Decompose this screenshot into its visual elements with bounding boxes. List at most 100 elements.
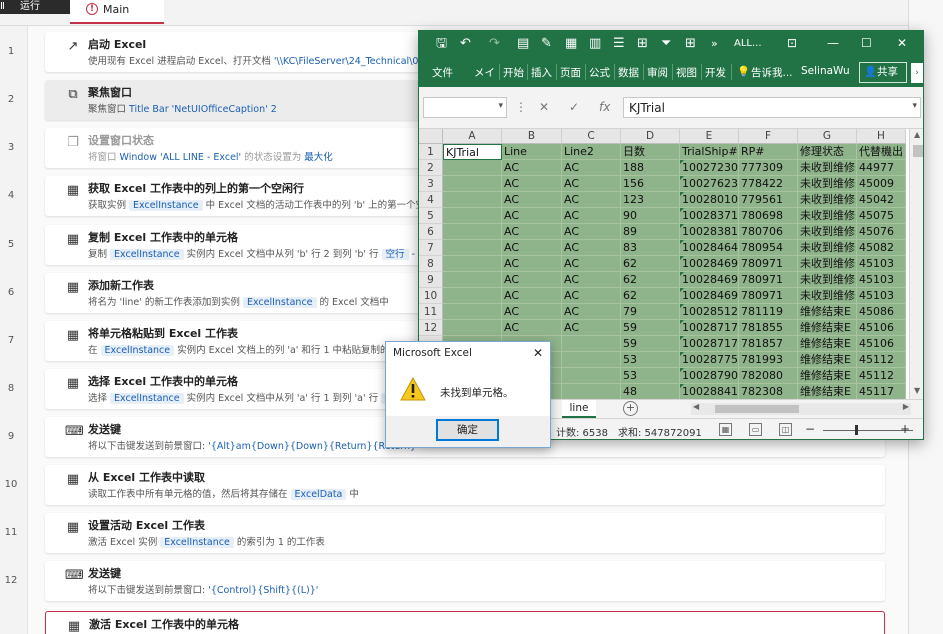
cell[interactable]: 782080	[739, 368, 798, 384]
cell[interactable]: AC	[562, 288, 621, 304]
cell[interactable]: 100284690	[680, 256, 739, 272]
cell[interactable]: 100284645	[680, 240, 739, 256]
cell[interactable]: 781857	[739, 336, 798, 352]
cell[interactable]: 45086	[857, 304, 906, 320]
row-header[interactable]: 1	[419, 144, 443, 160]
cell[interactable]: 48	[621, 384, 680, 399]
cell[interactable]: 188	[621, 160, 680, 176]
row-header[interactable]: 7	[419, 240, 443, 256]
cell[interactable]: 未收到维修	[798, 160, 857, 176]
cell[interactable]: AC	[562, 192, 621, 208]
cell[interactable]: 100288414	[680, 384, 739, 399]
ribbon-tab-review[interactable]: 审阅	[647, 65, 668, 80]
cell[interactable]: 781119	[739, 304, 798, 320]
ribbon-tab-page[interactable]: 页面	[560, 65, 581, 80]
row-header[interactable]: 4	[419, 192, 443, 208]
cancel-icon[interactable]: ✕	[539, 100, 549, 114]
cell[interactable]: 维修结束E	[798, 336, 857, 352]
account-name[interactable]: SelinaWu	[801, 65, 850, 77]
column-header[interactable]: H	[857, 129, 906, 144]
cell[interactable]: AC	[502, 256, 562, 272]
cell[interactable]	[443, 272, 502, 288]
cell[interactable]: AC	[502, 160, 562, 176]
cell[interactable]: 156	[621, 176, 680, 192]
filter-icon[interactable]: ⏷	[661, 36, 671, 52]
cell[interactable]	[562, 352, 621, 368]
cell[interactable]: 100283710	[680, 208, 739, 224]
row-header[interactable]: 9	[419, 272, 443, 288]
undo-icon[interactable]: ↶	[460, 36, 471, 52]
cell[interactable]: AC	[502, 224, 562, 240]
active-cell[interactable]: KJTrial	[443, 144, 502, 160]
error-dialog[interactable]: Microsoft Excel ✕ 未找到单元格。 确定	[385, 341, 551, 448]
ribbon-tab-data[interactable]: 数据	[618, 65, 639, 80]
ribbon-overflow-icon[interactable]: ›	[911, 63, 923, 83]
scroll-thumb[interactable]	[913, 145, 923, 157]
column-header[interactable]: B	[502, 129, 562, 144]
cell[interactable]	[443, 224, 502, 240]
cell[interactable]: 100272309	[680, 160, 739, 176]
column-header[interactable]: F	[739, 129, 798, 144]
cell[interactable]: 62	[621, 288, 680, 304]
cell[interactable]: 100287170	[680, 320, 739, 336]
minimize-icon[interactable]: —	[827, 36, 839, 50]
cell[interactable]	[443, 320, 502, 336]
cell[interactable]: AC	[562, 160, 621, 176]
cell[interactable]: 780971	[739, 272, 798, 288]
cell[interactable]: 781993	[739, 352, 798, 368]
scroll-right-icon[interactable]: ▶	[903, 402, 909, 411]
cell[interactable]: 代替機出	[857, 144, 906, 160]
cell[interactable]: 123	[621, 192, 680, 208]
cell[interactable]: AC	[562, 240, 621, 256]
cell[interactable]: AC	[562, 208, 621, 224]
cell[interactable]: Line	[502, 144, 562, 160]
form-tool-icon[interactable]: ▥	[589, 36, 601, 52]
cell[interactable]: 100285129	[680, 304, 739, 320]
cell[interactable]: 45112	[857, 352, 906, 368]
cell[interactable]: AC	[562, 176, 621, 192]
cell[interactable]: 45106	[857, 320, 906, 336]
sheet-tab-line[interactable]: line	[562, 400, 596, 418]
cell[interactable]: 781855	[739, 320, 798, 336]
cell[interactable]: 90	[621, 208, 680, 224]
checklist-icon[interactable]: ☰	[613, 36, 625, 52]
cell[interactable]: 维修结束E	[798, 352, 857, 368]
cell[interactable]: 45075	[857, 208, 906, 224]
cell[interactable]: 维修结束E	[798, 320, 857, 336]
cell[interactable]: 79	[621, 304, 680, 320]
ribbon-tab-insert[interactable]: 插入	[531, 65, 552, 80]
redo-icon[interactable]: ↷	[489, 36, 500, 52]
ribbon-tab-home[interactable]: 开始	[503, 65, 524, 80]
cell[interactable]: AC	[502, 176, 562, 192]
ribbon-tab-file[interactable]: 文件	[432, 65, 453, 80]
column-header[interactable]: E	[680, 129, 739, 144]
share-button[interactable]: 👤 共享	[859, 62, 907, 83]
select-all-corner[interactable]	[419, 129, 443, 144]
cell[interactable]: 100284690	[680, 288, 739, 304]
cell[interactable]: 45082	[857, 240, 906, 256]
step-read-worksheet[interactable]: ▦ 从 Excel 工作表中读取 读取工作表中所有单元格的值，然后将其存储在 E…	[45, 465, 885, 505]
column-header[interactable]: G	[798, 129, 857, 144]
cell[interactable]: 62	[621, 256, 680, 272]
save-icon[interactable]: 🖫	[436, 36, 447, 52]
tab-main[interactable]: ! Main	[70, 0, 164, 24]
cell[interactable]	[443, 256, 502, 272]
zoom-slider-thumb[interactable]	[855, 425, 858, 435]
vertical-scrollbar[interactable]: ▲ ▼	[909, 129, 923, 399]
cell[interactable]: 100284690	[680, 272, 739, 288]
cell[interactable]: 维修结束E	[798, 304, 857, 320]
cell[interactable]: 维修结束E	[798, 368, 857, 384]
cell[interactable]: AC	[562, 320, 621, 336]
cell[interactable]: 45106	[857, 336, 906, 352]
cell[interactable]: 未收到维修	[798, 208, 857, 224]
cell[interactable]: 未收到维修	[798, 240, 857, 256]
horizontal-scrollbar[interactable]: ◀ ▶	[691, 402, 911, 415]
zoom-in-icon[interactable]: +	[900, 422, 910, 436]
cell[interactable]: 44977	[857, 160, 906, 176]
cell[interactable]: 45103	[857, 256, 906, 272]
cell[interactable]: 53	[621, 368, 680, 384]
close-icon[interactable]: ✕	[897, 36, 907, 50]
maximize-icon[interactable]: ☐	[861, 36, 872, 50]
cell[interactable]	[443, 192, 502, 208]
border-icon[interactable]: ⊞	[685, 36, 696, 52]
